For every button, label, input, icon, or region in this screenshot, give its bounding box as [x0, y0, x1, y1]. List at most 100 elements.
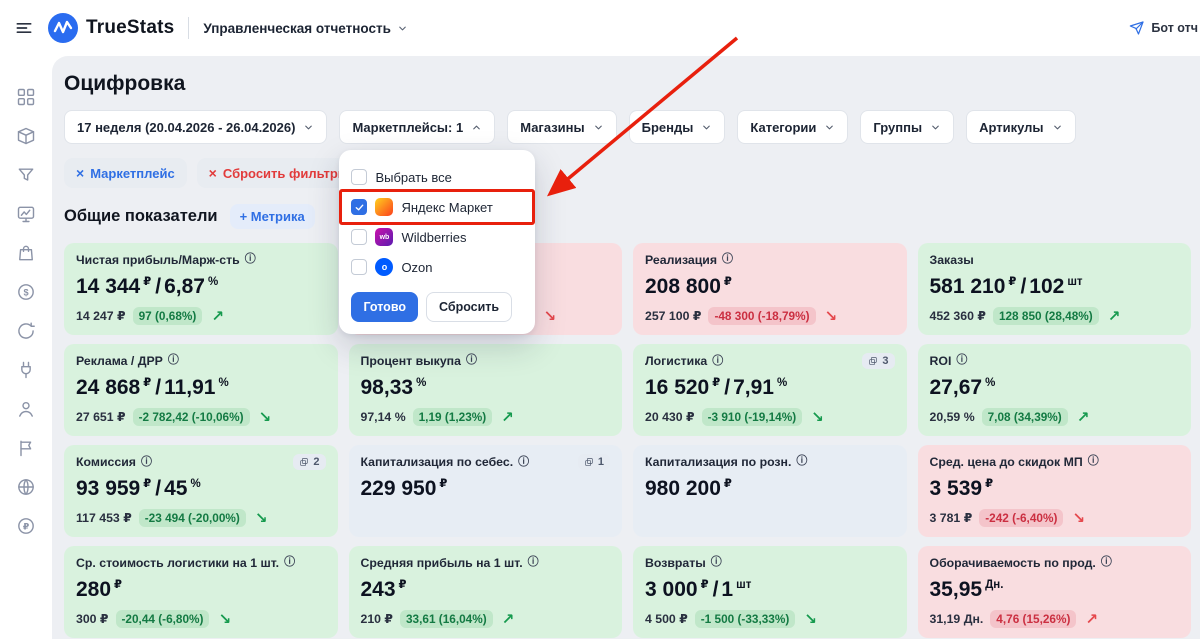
info-icon[interactable]: ⓘ	[245, 254, 256, 265]
info-icon[interactable]: ⓘ	[528, 557, 539, 568]
metric-card-header: ROI ⓘ	[930, 353, 1180, 368]
change-badge: -1 500 (-33,33%)	[694, 610, 796, 628]
metric-card[interactable]: Сред. цена до скидок МП ⓘ 3 539 ₽3 781 ₽ -24…	[917, 445, 1191, 537]
metric-card[interactable]: Средняя прибыль на 1 шт. ⓘ 243 ₽210 ₽33,61 …	[348, 546, 622, 638]
week-filter[interactable]: 17 неделя (20.04.2026 - 26.04.2026)	[64, 110, 328, 144]
value-unit: ₽	[439, 478, 448, 490]
chevron-down-icon	[1052, 122, 1063, 133]
metric-card[interactable]: Чистая прибыль/Марж-сть ⓘ 14 344 ₽/6,87% 14 …	[64, 243, 338, 335]
metric-card[interactable]: Реклама / ДРР ⓘ 24 868 ₽/11,91% 27 651 ₽ -2 7…	[64, 344, 338, 436]
checkbox-icon[interactable]	[351, 169, 368, 185]
checkbox-icon[interactable]	[351, 229, 368, 245]
marketplace-option[interactable]: Яндекс Маркет	[339, 189, 536, 225]
trend-up-icon: ↗	[1085, 610, 1098, 628]
select-all-option[interactable]: Выбрать все	[351, 162, 523, 192]
menu-icon[interactable]	[14, 18, 34, 38]
value-unit: ₽	[398, 578, 407, 591]
metric-card[interactable]: Ср. стоимость логистики на 1 шт. ⓘ 280 ₽300…	[64, 546, 338, 638]
metric-card[interactable]: ROI ⓘ 27,67% 20,59 % 7,08 (34,39%) ↗	[917, 344, 1191, 436]
info-icon[interactable]: ⓘ	[141, 456, 152, 468]
filter-brands[interactable]: Бренды	[628, 110, 726, 144]
info-icon[interactable]: ⓘ	[168, 355, 179, 366]
filter-icon[interactable]	[15, 164, 37, 186]
filter-shops[interactable]: Магазины	[507, 110, 617, 144]
metric-compare	[361, 508, 611, 528]
metric-card[interactable]: Реализация ⓘ 208 800 ₽257 100 ₽ -48 300 (-18…	[633, 243, 907, 335]
info-icon[interactable]: ⓘ	[796, 456, 807, 467]
globe-icon[interactable]	[15, 476, 37, 498]
value-number: 3 000	[645, 577, 698, 601]
value-number: 229 950	[360, 477, 437, 500]
metric-card[interactable]: Возвраты ⓘ 3 000 ₽/1 шт 4 500 ₽ -1 500 (-33,33…	[633, 546, 907, 638]
info-icon[interactable]: ⓘ	[722, 254, 733, 265]
checkbox-checked-icon[interactable]	[351, 199, 368, 215]
filter-categories[interactable]: Категории	[737, 110, 849, 144]
metric-card[interactable]: Капитализация по себес. ⓘ 1 229 950 ₽	[348, 445, 622, 537]
info-icon[interactable]: ⓘ	[466, 355, 477, 366]
trend-down-icon: ↘	[1072, 509, 1085, 527]
metric-card[interactable]: Процент выкупа ⓘ 98,33% 97,14 % 1,19 (1,23%)…	[348, 344, 622, 436]
metric-card[interactable]: Заказы 581 210 ₽/102 шт 452 360 ₽ 128 850 (28…	[917, 243, 1191, 335]
marketplace-option[interactable]: wb Wildberries	[351, 222, 523, 252]
grid-icon[interactable]	[15, 86, 37, 108]
report-type-selector[interactable]: Управленческая отчетность	[203, 21, 407, 36]
close-icon[interactable]: ×	[76, 166, 84, 180]
sync-icon[interactable]	[15, 320, 37, 342]
metric-compare: 257 100 ₽ -48 300 (-18,79%) ↘	[645, 306, 895, 326]
metric-title: ROI	[929, 353, 952, 368]
trend-up-icon: ↗	[1107, 307, 1121, 325]
value-number: 35,95	[929, 577, 983, 601]
chip-reset-filters[interactable]: × Сбросить фильтры	[196, 158, 361, 188]
reset-button[interactable]: Сбросить	[425, 292, 513, 322]
value-separator: /	[712, 577, 719, 601]
user-icon[interactable]	[15, 398, 37, 420]
info-icon[interactable]: ⓘ	[956, 355, 967, 366]
marketplace-option[interactable]: o Ozon	[351, 252, 523, 282]
flag-icon[interactable]	[15, 437, 37, 459]
info-icon[interactable]: ⓘ	[712, 355, 723, 367]
chart-icon[interactable]	[15, 203, 37, 225]
checkbox-icon[interactable]	[351, 259, 368, 275]
filter-marketplaces[interactable]: Маркетплейсы: 1	[339, 110, 496, 144]
bot-report-button[interactable]: Бот отч	[1119, 13, 1200, 43]
value-unit: %	[776, 377, 788, 389]
dollar-circle-icon[interactable]: $	[15, 281, 37, 303]
previous-value: 4 500 ₽	[645, 612, 688, 626]
done-button[interactable]: Готово	[351, 292, 418, 322]
info-icon[interactable]: ⓘ	[284, 557, 295, 568]
box-icon[interactable]	[15, 125, 37, 147]
info-icon[interactable]: ⓘ	[518, 456, 529, 468]
ruble-circle-icon[interactable]: ₽	[15, 515, 37, 537]
chevron-down-icon	[593, 122, 604, 133]
filter-groups[interactable]: Группы	[860, 110, 955, 144]
metric-card-header: Средняя прибыль на 1 шт. ⓘ	[361, 555, 611, 570]
trend-down-icon: ↘	[811, 408, 824, 426]
close-icon[interactable]: ×	[209, 166, 217, 180]
metric-title: Капитализация по розн.	[645, 454, 792, 469]
truestats-logo-icon	[48, 13, 78, 43]
filter-label: Маркетплейсы: 1	[352, 119, 464, 135]
value-unit: %	[207, 275, 219, 288]
chip-marketplace[interactable]: × Маркетплейс	[64, 158, 187, 188]
metric-card[interactable]: Логистика ⓘ 3 16 520 ₽/7,91% 20 430 ₽ -3 910 (…	[633, 344, 907, 436]
value-separator: /	[155, 375, 162, 399]
metric-card[interactable]: Капитализация по розн. ⓘ 980 200 ₽	[633, 445, 907, 537]
bag-icon[interactable]	[15, 242, 37, 264]
change-badge: 128 850 (28,48%)	[992, 307, 1099, 325]
svg-text:₽: ₽	[23, 521, 29, 531]
metric-value: 35,95 Дн.	[930, 579, 1180, 601]
plug-icon[interactable]	[15, 359, 37, 381]
metric-card-header: Процент выкупа ⓘ	[361, 353, 611, 368]
change-badge: -20,44 (-6,80%)	[115, 610, 210, 628]
metric-card[interactable]: Комиссия ⓘ 2 93 959 ₽/45% 117 453 ₽ -23 494 (-…	[64, 445, 338, 537]
change-badge: 97 (0,68%)	[132, 307, 203, 325]
metric-card[interactable]: Оборачиваемость по прод. ⓘ 35,95 Дн. 31,19 Д…	[917, 546, 1191, 638]
info-icon[interactable]: ⓘ	[1088, 456, 1099, 467]
value-unit: ₽	[985, 477, 994, 490]
value-unit: %	[416, 376, 427, 389]
info-icon[interactable]: ⓘ	[711, 557, 722, 568]
filter-articles[interactable]: Артикулы	[966, 110, 1076, 144]
change-badge: -3 910 (-19,14%)	[701, 408, 803, 426]
add-metric-button[interactable]: + Метрика	[229, 204, 315, 229]
info-icon[interactable]: ⓘ	[1101, 557, 1112, 568]
